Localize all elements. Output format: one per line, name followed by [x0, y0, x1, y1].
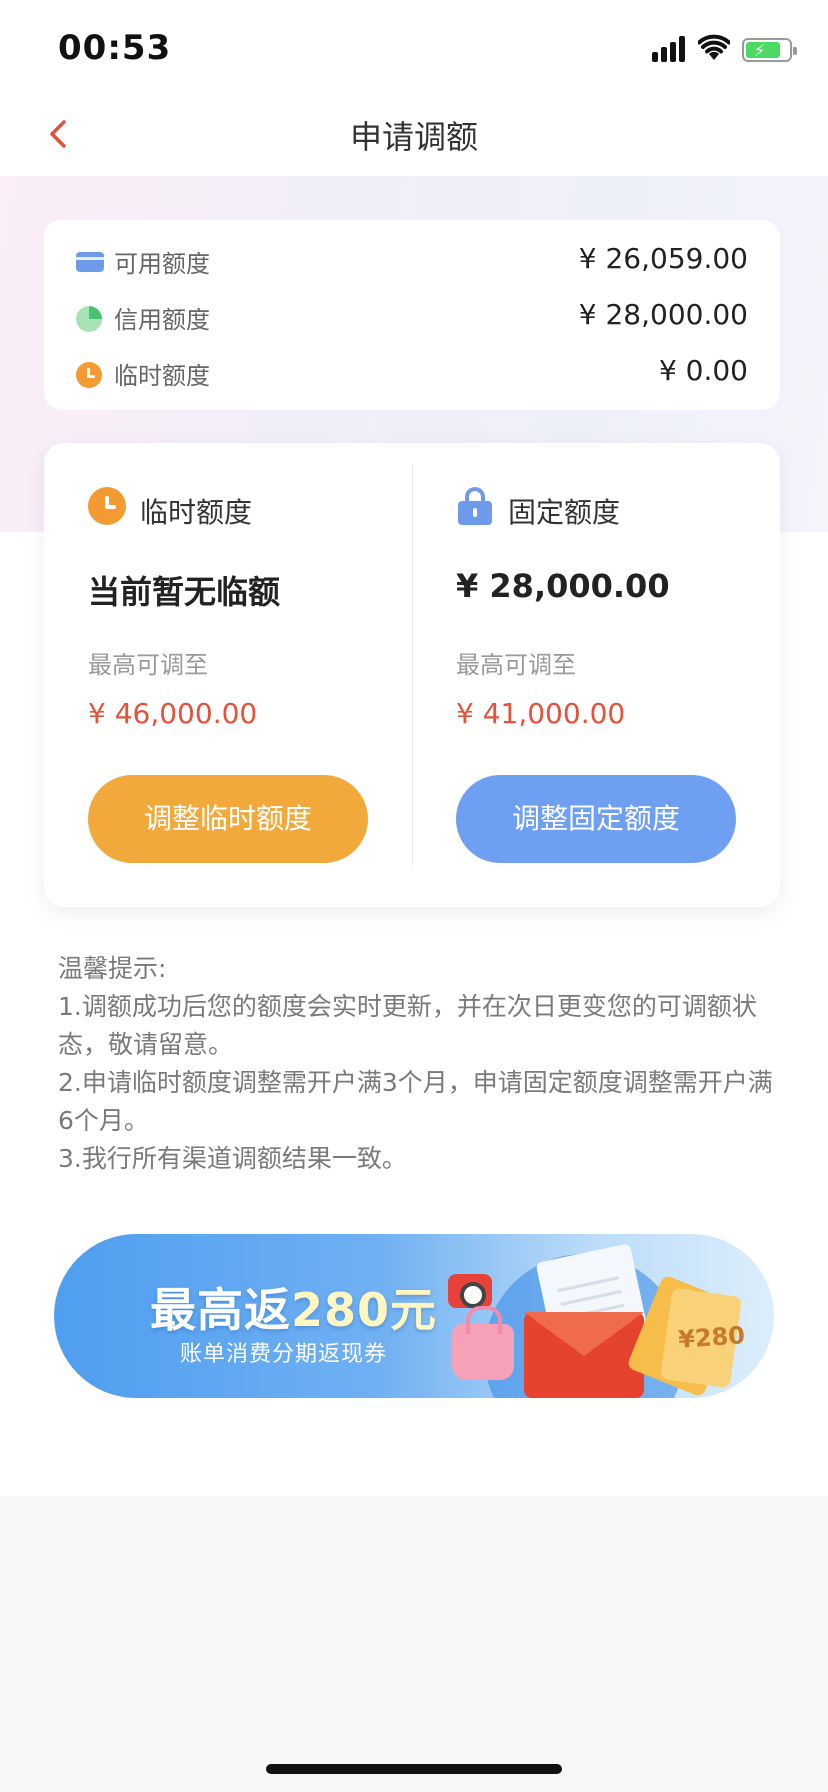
page: 00:53 ⚡ 申请调额 可用额度 ¥ 26,059.00 信用额度 ¥ 28,… [0, 0, 828, 1792]
banner-title: 最高返280元 [150, 1274, 437, 1340]
tip-item: 2.申请临时额度调整需开户满3个月，申请固定额度调整需开户满6个月。 [58, 1068, 773, 1135]
temporary-limit-row: 临时额度 ¥ 0.00 [76, 354, 748, 394]
tips-title: 温馨提示: [58, 954, 167, 983]
fixed-limit-current: ¥ 28,000.00 [456, 567, 670, 605]
fixed-limit-title: 固定额度 [508, 496, 621, 529]
page-title: 申请调额 [349, 118, 478, 156]
fixed-limit-section: 固定额度 ¥ 28,000.00 最高可调至 ¥ 41,000.00 调整固定额… [412, 443, 780, 907]
banner-title-prefix: 最高返 [150, 1283, 291, 1337]
promo-banner[interactable]: 最高返280元 账单消费分期返现券 ¥280 [54, 1234, 774, 1398]
lock-icon [456, 487, 494, 525]
temporary-limit-section: 临时额度 当前暂无临额 最高可调至 ¥ 46,000.00 调整临时额度 [44, 443, 412, 907]
banner-title-accent: 280元 [291, 1283, 438, 1337]
tip-item: 3.我行所有渠道调额结果一致。 [58, 1144, 407, 1173]
pie-icon [76, 306, 102, 332]
banner-subtitle: 账单消费分期返现券 [180, 1342, 388, 1367]
temporary-limit-label: 临时额度 [114, 362, 210, 390]
available-limit-label: 可用额度 [114, 250, 210, 278]
handbag-icon [452, 1306, 514, 1380]
credit-limit-label: 信用额度 [114, 306, 210, 334]
available-limit-value: ¥ 26,059.00 [578, 242, 748, 275]
credit-limit-value: ¥ 28,000.00 [578, 298, 748, 331]
temporary-limit-current: 当前暂无临额 [88, 573, 281, 611]
wifi-icon [698, 34, 730, 60]
cellular-signal-icon [652, 36, 688, 62]
clock-icon [88, 487, 126, 525]
coupon-text: ¥280 [677, 1321, 746, 1354]
fixed-max-value: ¥ 41,000.00 [456, 697, 626, 730]
status-time: 00:53 [58, 28, 172, 68]
limit-summary-card: 可用额度 ¥ 26,059.00 信用额度 ¥ 28,000.00 临时额度 ¥… [44, 220, 780, 410]
temporary-max-label: 最高可调至 [88, 651, 208, 679]
fixed-max-label: 最高可调至 [456, 651, 576, 679]
available-limit-row: 可用额度 ¥ 26,059.00 [76, 242, 748, 282]
adjust-temporary-limit-button[interactable]: 调整临时额度 [88, 775, 368, 863]
clock-icon [76, 362, 102, 388]
nav-bar: 申请调额 [0, 96, 828, 176]
status-bar: 00:53 ⚡ [0, 0, 828, 96]
temporary-max-value: ¥ 46,000.00 [88, 697, 258, 730]
battery-icon: ⚡ [742, 38, 797, 62]
card-icon [76, 252, 104, 272]
adjust-limit-card: 临时额度 当前暂无临额 最高可调至 ¥ 46,000.00 调整临时额度 固定额… [44, 443, 780, 907]
home-indicator [266, 1764, 562, 1774]
adjust-fixed-limit-button[interactable]: 调整固定额度 [456, 775, 736, 863]
coupon-icon: ¥280 [659, 1287, 746, 1389]
credit-limit-row: 信用额度 ¥ 28,000.00 [76, 298, 748, 338]
temporary-limit-title: 临时额度 [140, 496, 253, 529]
red-envelope-icon [524, 1312, 644, 1398]
camera-icon [448, 1274, 492, 1308]
tip-item: 1.调额成功后您的额度会实时更新，并在次日更变您的可调额状态，敬请留意。 [58, 992, 757, 1059]
tips-section: 温馨提示: 1.调额成功后您的额度会实时更新，并在次日更变您的可调额状态，敬请留… [58, 950, 778, 1178]
temporary-limit-value: ¥ 0.00 [658, 354, 748, 387]
